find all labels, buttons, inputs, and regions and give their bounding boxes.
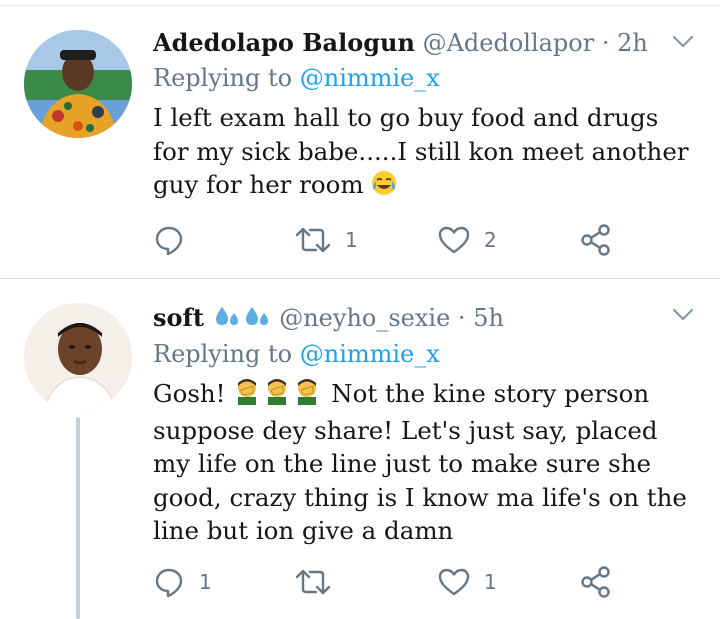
tweet-text: Gosh! Not the kine story person suppose … [153,377,698,548]
timestamp[interactable]: 2h [617,29,648,57]
replying-to: Replying to @nimmie_x [153,63,440,93]
tweet-text-content: I left exam hall to go buy food and drug… [153,103,689,199]
chevron-down-icon[interactable] [672,307,694,327]
replying-prefix: Replying to [153,64,293,92]
mention-link[interactable]: @nimmie_x [300,340,440,368]
separator-dot: · [457,304,466,332]
reply-button[interactable] [153,220,199,260]
retweet-icon [295,567,331,597]
heart-icon [438,567,470,597]
retweet-icon [295,225,331,255]
avatar[interactable] [24,303,132,411]
avatar[interactable] [24,30,132,138]
chevron-down-icon[interactable] [672,34,694,54]
reply-icon [153,224,185,256]
retweet-count: 1 [345,228,358,252]
action-bar: 1 1 [153,562,623,602]
tweet-adedolapo[interactable]: Adedolapo Balogun @Adedollapor · 2h Repl… [0,0,720,278]
reply-button[interactable]: 1 [153,562,212,602]
like-button[interactable]: 2 [438,220,497,260]
user-handle[interactable]: @Adedollapor [423,29,595,57]
display-name[interactable]: Adedolapo Balogun [153,28,415,57]
face-with-tears-of-joy-icon [371,170,397,205]
reply-count: 1 [199,570,212,594]
mention-link[interactable]: @nimmie_x [300,64,440,92]
timestamp[interactable]: 5h [473,304,504,332]
replying-to: Replying to @nimmie_x [153,339,440,369]
separator-dot: · [601,29,610,57]
tweet-text: I left exam hall to go buy food and drug… [153,101,698,205]
heart-icon [438,225,470,255]
display-name[interactable]: soft [153,303,204,332]
tweet-soft[interactable]: soft @neyho_sexie · 5h Replying to @nimm… [0,279,720,619]
tweet-header: Adedolapo Balogun @Adedollapor · 2h [153,28,648,58]
tweet-header: soft @neyho_sexie · 5h [153,303,504,336]
retweet-button[interactable] [295,562,345,602]
like-count: 2 [484,228,497,252]
like-count: 1 [484,570,497,594]
action-bar: 1 2 [153,220,623,260]
tweet-text-start: Gosh! [153,379,226,408]
share-icon [580,566,612,598]
share-icon [580,224,612,256]
reply-icon [153,566,185,598]
like-button[interactable]: 1 [438,562,497,602]
man-facepalming-icon [233,377,323,414]
share-button[interactable] [580,220,612,260]
user-handle[interactable]: @neyho_sexie [279,304,450,332]
retweet-button[interactable]: 1 [295,220,358,260]
thread-line [76,417,80,619]
sweat-droplets-icon [212,303,272,336]
share-button[interactable] [580,562,612,602]
replying-prefix: Replying to [153,340,293,368]
